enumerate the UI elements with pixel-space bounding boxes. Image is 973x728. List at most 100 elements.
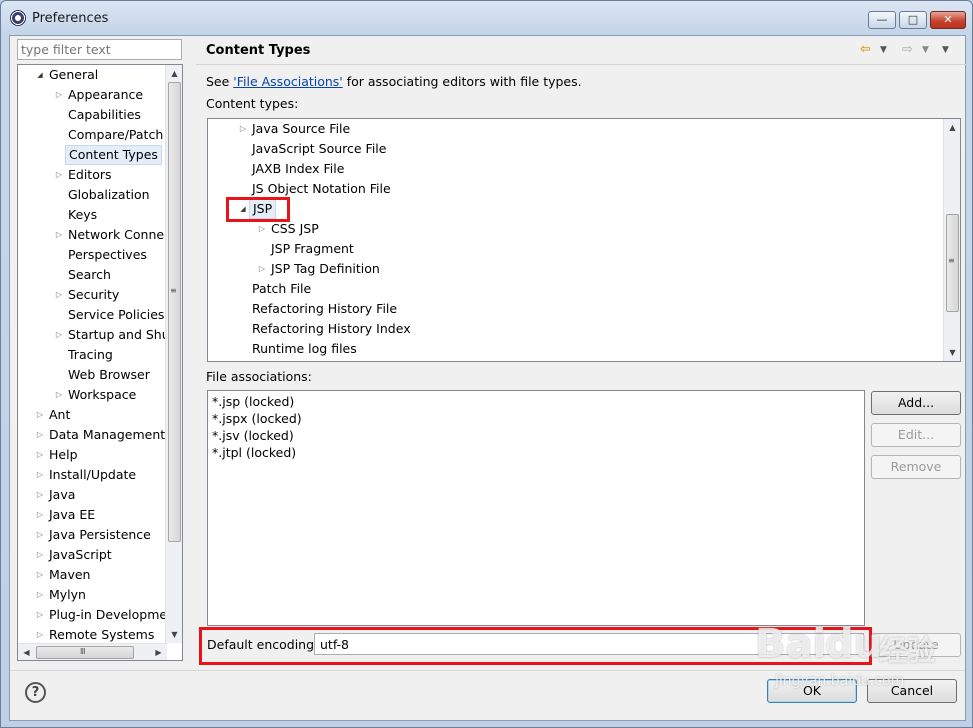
collapsed-twisty-icon[interactable]: ▷ [35,445,45,465]
expanded-twisty-icon[interactable]: ◢ [35,65,45,85]
collapsed-twisty-icon[interactable]: ▷ [54,85,64,105]
edit-button[interactable]: Edit... [871,423,961,447]
scroll-left-icon[interactable]: ◀ [18,644,35,660]
tree-item-label: Java EE [49,507,96,522]
tree-item[interactable]: ▷ Startup and Shutd [18,325,182,345]
tree-item[interactable]: ▷ Network Connectio [18,225,182,245]
content-type-item[interactable]: JSP Fragment [208,239,960,259]
collapsed-twisty-icon[interactable]: ▷ [257,259,267,279]
tree-item[interactable]: Service Policies [18,305,182,325]
collapsed-twisty-icon[interactable]: ▷ [35,565,45,585]
collapsed-twisty-icon[interactable]: ▷ [35,585,45,605]
tree-item[interactable]: ◢ General [18,65,182,85]
file-association-item[interactable]: *.jsp (locked) [212,393,294,410]
minimize-button[interactable]: — [868,11,896,29]
content-type-item[interactable]: Refactoring History File [208,299,960,319]
scroll-right-icon[interactable]: ▶ [150,644,167,660]
content-types-scrollbar[interactable]: ▲ ≡ ▼ [943,119,960,361]
content-type-item[interactable]: JS Object Notation File [208,179,960,199]
collapsed-twisty-icon[interactable]: ▷ [35,505,45,525]
tree-item[interactable]: Content Types [18,145,182,165]
back-menu-icon[interactable]: ▼ [880,45,887,55]
back-arrow-icon[interactable]: ⇦ [860,42,871,57]
tree-item[interactable]: Globalization [18,185,182,205]
collapsed-twisty-icon[interactable]: ▷ [54,385,64,405]
tree-item[interactable]: ▷ Remote Systems [18,625,182,645]
collapsed-twisty-icon[interactable]: ▷ [35,525,45,545]
tree-item[interactable]: Web Browser [18,365,182,385]
collapsed-twisty-icon[interactable]: ▷ [35,465,45,485]
tree-item[interactable]: ▷ Java EE [18,505,182,525]
collapsed-twisty-icon[interactable]: ▷ [54,225,64,245]
tree-item[interactable]: ▷ Java [18,485,182,505]
tree-item[interactable]: ▷ Plug-in Development [18,605,182,625]
scroll-up-icon[interactable]: ▲ [944,119,960,136]
forward-arrow-icon[interactable]: ⇨ [902,42,913,57]
add-button[interactable]: Add... [871,391,961,415]
tree-vertical-scrollbar[interactable]: ▲ ≡ ▼ [165,65,182,643]
tree-item[interactable]: ▷ Mylyn [18,585,182,605]
file-association-item[interactable]: *.jtpl (locked) [212,444,296,461]
tree-item[interactable]: ▷ Ant [18,405,182,425]
cancel-button[interactable]: Cancel [867,679,957,703]
content-type-item[interactable]: ▷ JSP Tag Definition [208,259,960,279]
tree-item[interactable]: ▷ Install/Update [18,465,182,485]
ok-button[interactable]: OK [767,679,857,703]
tree-item-label: Runtime log files [252,341,357,356]
collapsed-twisty-icon[interactable]: ▷ [54,285,64,305]
content-type-item[interactable]: ▷ Java Source File [208,119,960,139]
tree-item[interactable]: ▷ Appearance [18,85,182,105]
collapsed-twisty-icon[interactable]: ▷ [238,119,248,139]
tree-item[interactable]: ▷ Maven [18,565,182,585]
remove-button[interactable]: Remove [871,455,961,479]
scroll-down-icon[interactable]: ▼ [944,344,960,361]
collapsed-twisty-icon[interactable]: ▷ [257,219,267,239]
file-associations-link[interactable]: 'File Associations' [233,74,342,89]
tree-item[interactable]: Perspectives [18,245,182,265]
content-type-item[interactable]: Patch File [208,279,960,299]
scroll-thumb[interactable] [168,82,181,542]
scroll-up-icon[interactable]: ▲ [166,65,182,82]
tree-item[interactable]: ▷ Help [18,445,182,465]
tree-item[interactable]: ▷ Workspace [18,385,182,405]
collapsed-twisty-icon[interactable]: ▷ [35,625,45,645]
close-button[interactable]: ✕ [930,11,966,29]
tree-horizontal-scrollbar[interactable]: ◀ Ⅲ ▶ [18,643,167,660]
content-type-item[interactable]: ◢ JSP [208,199,960,219]
content-type-item[interactable]: JAXB Index File [208,159,960,179]
collapsed-twisty-icon[interactable]: ▷ [54,165,64,185]
collapsed-twisty-icon[interactable]: ▷ [54,325,64,345]
forward-menu-icon[interactable]: ▼ [922,45,929,55]
tree-item[interactable]: Search [18,265,182,285]
tree-item[interactable]: Compare/Patch [18,125,182,145]
tree-item-label: Web Browser [68,367,150,382]
maximize-button[interactable]: □ [899,11,927,29]
update-button[interactable]: Update [871,633,961,657]
view-menu-icon[interactable]: ▼ [942,45,949,55]
tree-item[interactable]: Capabilities [18,105,182,125]
tree-item[interactable]: ▷ JavaScript [18,545,182,565]
collapsed-twisty-icon[interactable]: ▷ [35,485,45,505]
content-type-item[interactable]: JavaScript Source File [208,139,960,159]
tree-item[interactable]: ▷ Java Persistence [18,525,182,545]
content-type-item[interactable]: Refactoring History Index [208,319,960,339]
collapsed-twisty-icon[interactable]: ▷ [35,425,45,445]
collapsed-twisty-icon[interactable]: ▷ [35,545,45,565]
tree-item[interactable]: Keys [18,205,182,225]
tree-item[interactable]: ▷ Security [18,285,182,305]
tree-item-label: JavaScript [49,547,112,562]
file-association-item[interactable]: *.jsv (locked) [212,427,294,444]
help-icon[interactable]: ? [25,682,46,703]
tree-item[interactable]: Tracing [18,345,182,365]
tree-item-label: JSP Tag Definition [271,261,380,276]
filter-input[interactable] [17,39,182,60]
title-bar[interactable]: Preferences — □ ✕ [1,1,972,35]
tree-item[interactable]: ▷ Data Management [18,425,182,445]
tree-item[interactable]: ▷ Editors [18,165,182,185]
file-association-item[interactable]: *.jspx (locked) [212,410,302,427]
content-type-item[interactable]: ▷ CSS JSP [208,219,960,239]
scroll-down-icon[interactable]: ▼ [166,626,182,643]
collapsed-twisty-icon[interactable]: ▷ [35,405,45,425]
collapsed-twisty-icon[interactable]: ▷ [35,605,45,625]
content-type-item[interactable]: Runtime log files [208,339,960,359]
